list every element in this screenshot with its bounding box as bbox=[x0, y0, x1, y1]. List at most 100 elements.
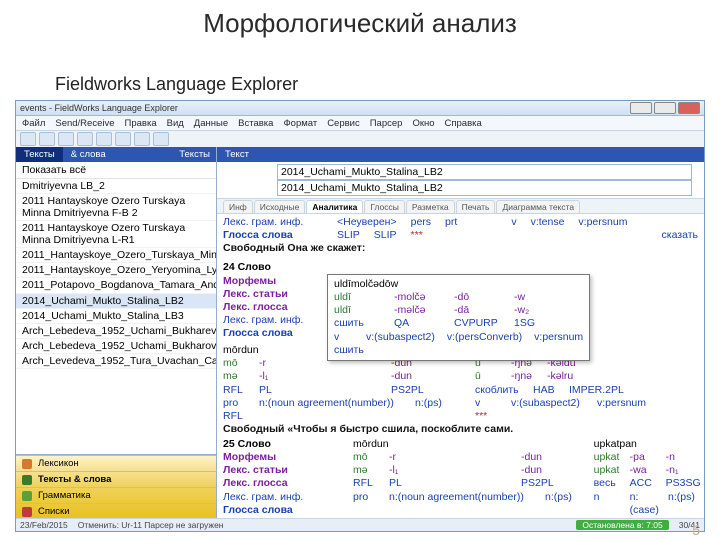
text-list-item[interactable]: 2011_Hantayskoye_Ozero_Yeryomina_Lyubov_… bbox=[16, 263, 216, 278]
left-tab-words[interactable]: & слова bbox=[63, 147, 114, 162]
morpheme-popup[interactable]: uldīmolčədōw uldī-molčə-dō-w uldī-məlčə-… bbox=[327, 274, 590, 361]
text-list-item[interactable]: 2011 Hantayskoye Ozero Turskaya Minna Dm… bbox=[16, 194, 216, 221]
texts-list[interactable]: Показать всё Dmitriyevna LB_22011 Hantay… bbox=[16, 162, 216, 455]
nav-lists[interactable]: Списки bbox=[16, 503, 216, 519]
cell[interactable]: -dun bbox=[521, 464, 551, 477]
text-list-item[interactable]: 2011_Potapovo_Bogdanova_Tamara_Andreevna… bbox=[16, 278, 216, 293]
word-gloss[interactable]: RFL bbox=[223, 410, 445, 423]
cell[interactable]: mō bbox=[353, 451, 383, 464]
cell[interactable]: -r bbox=[259, 357, 289, 370]
cell[interactable]: n:(noun agreement(number)) bbox=[259, 397, 409, 410]
cell[interactable]: mə bbox=[223, 370, 253, 383]
menu-data[interactable]: Данные bbox=[194, 118, 228, 129]
free-translation[interactable]: Свободный Она же скажет: bbox=[223, 242, 698, 255]
cell[interactable]: mə bbox=[353, 464, 383, 477]
toolbar-button[interactable] bbox=[20, 132, 36, 146]
window-maximize-button[interactable] bbox=[654, 102, 676, 114]
menu-window[interactable]: Окно bbox=[412, 118, 434, 129]
cell[interactable]: ACC bbox=[630, 477, 660, 490]
nav-lexicon[interactable]: Лексикон bbox=[16, 455, 216, 471]
menu-sendreceive[interactable]: Send/Receive bbox=[55, 118, 114, 129]
cell[interactable]: uldī bbox=[334, 304, 382, 317]
toolbar-button[interactable] bbox=[58, 132, 74, 146]
menu-view[interactable]: Вид bbox=[167, 118, 184, 129]
tab-info[interactable]: Инф bbox=[223, 200, 253, 213]
cell[interactable]: n:(noun agreement(number)) bbox=[389, 491, 539, 504]
cell[interactable]: v:persnum bbox=[597, 397, 646, 410]
cell[interactable]: -dun bbox=[391, 370, 421, 383]
tab-tagging[interactable]: Разметка bbox=[406, 200, 455, 213]
nav-texts-words[interactable]: Тексты & cлова bbox=[16, 471, 216, 487]
word-gloss[interactable]: *** bbox=[475, 410, 646, 423]
text-list-item[interactable]: Arch_Lebedeva_1952_Uchami_Bukharev_BearC… bbox=[16, 324, 216, 339]
cell[interactable]: PS2PL bbox=[521, 477, 554, 490]
window-close-button[interactable] bbox=[678, 102, 700, 114]
text-list-item[interactable]: 2014_Uchami_Mukto_Stalina_LB3 bbox=[16, 309, 216, 324]
cell[interactable]: RFL bbox=[353, 477, 383, 490]
cell[interactable]: PL bbox=[389, 477, 419, 490]
cell[interactable]: v:(subaspect2) bbox=[511, 397, 591, 410]
cell[interactable]: v:(persConverb) bbox=[447, 331, 522, 344]
menu-help[interactable]: Справка bbox=[445, 118, 482, 129]
cell[interactable]: HAB bbox=[533, 384, 563, 397]
cell[interactable]: -dun bbox=[521, 451, 551, 464]
cell[interactable]: -w bbox=[514, 291, 562, 304]
text-list-item[interactable]: Arch_Lebedeva_1952_Uchami_Bukharov_Summe… bbox=[16, 339, 216, 354]
cell[interactable]: v:(subaspect2) bbox=[366, 331, 435, 344]
cell[interactable]: -kəlru bbox=[547, 370, 577, 383]
interlinear-view[interactable]: Лекс. грам. инф. <Неуверен> pers prt v v… bbox=[217, 214, 704, 519]
cell[interactable]: v bbox=[475, 397, 505, 410]
cell[interactable]: -ŋnə bbox=[511, 370, 541, 383]
cell[interactable]: mō bbox=[223, 357, 253, 370]
cell[interactable]: upkat bbox=[594, 464, 624, 477]
tab-baseline[interactable]: Исходные bbox=[254, 200, 306, 213]
cell[interactable]: -n₁ bbox=[666, 464, 696, 477]
cell[interactable]: -pa bbox=[630, 451, 660, 464]
cell[interactable]: IMPER.2PL bbox=[569, 384, 624, 397]
cell[interactable]: pro bbox=[223, 397, 253, 410]
cell[interactable]: сшить bbox=[334, 344, 382, 357]
menu-parser[interactable]: Парсер bbox=[370, 118, 403, 129]
cell[interactable]: CVPURP bbox=[454, 317, 502, 330]
free-translation[interactable]: Свободный «Чтобы я быстро сшила, поскобл… bbox=[223, 423, 698, 436]
cell[interactable]: сшить bbox=[334, 317, 382, 330]
cell[interactable]: v:persnum bbox=[534, 331, 583, 344]
cell[interactable]: uldī bbox=[334, 291, 382, 304]
cell[interactable]: n:(ps) bbox=[668, 491, 698, 517]
menu-tools[interactable]: Сервис bbox=[327, 118, 360, 129]
cell[interactable]: PS2PL bbox=[391, 384, 424, 397]
left-tab-texts-2[interactable]: Тексты bbox=[171, 147, 216, 162]
cell[interactable]: QA bbox=[394, 317, 442, 330]
menu-insert[interactable]: Вставка bbox=[238, 118, 273, 129]
cell[interactable]: upkat bbox=[594, 451, 624, 464]
text-list-item[interactable]: Dmitriyevna LB_2 bbox=[16, 179, 216, 194]
cell[interactable]: -n bbox=[666, 451, 696, 464]
text-title-input-2[interactable] bbox=[277, 180, 692, 196]
cell[interactable]: 1SG bbox=[514, 317, 562, 330]
cell[interactable]: весь bbox=[594, 477, 624, 490]
menu-edit[interactable]: Правка bbox=[125, 118, 157, 129]
cell[interactable]: v bbox=[334, 331, 354, 344]
cell[interactable]: -molčə bbox=[394, 291, 442, 304]
cell[interactable]: pro bbox=[353, 491, 383, 504]
tab-analyze[interactable]: Аналитика bbox=[306, 200, 363, 213]
nav-grammar[interactable]: Грамматика bbox=[16, 487, 216, 503]
toolbar-button[interactable] bbox=[96, 132, 112, 146]
cell[interactable]: -l₁ bbox=[389, 464, 419, 477]
text-title-input-1[interactable] bbox=[277, 164, 692, 180]
baseline-word[interactable]: upkatpan bbox=[594, 438, 698, 451]
cell[interactable]: n bbox=[594, 491, 624, 517]
tab-gloss[interactable]: Глоссы bbox=[364, 200, 405, 213]
toolbar-button[interactable] bbox=[153, 132, 169, 146]
baseline-word[interactable]: mōrdun bbox=[353, 438, 564, 451]
cell[interactable]: RFL bbox=[223, 384, 253, 397]
cell[interactable]: -w₂ bbox=[514, 304, 562, 317]
show-all-row[interactable]: Показать всё bbox=[16, 162, 216, 179]
text-list-item[interactable]: 2011 Hantayskoye Ozero Turskaya Minna Dm… bbox=[16, 221, 216, 248]
menu-file[interactable]: Файл bbox=[22, 118, 45, 129]
menu-format[interactable]: Формат bbox=[283, 118, 317, 129]
text-list-item[interactable]: 2014_Uchami_Mukto_Stalina_LB2 bbox=[16, 294, 216, 309]
toolbar-button[interactable] bbox=[115, 132, 131, 146]
toolbar-button[interactable] bbox=[39, 132, 55, 146]
cell[interactable]: -r bbox=[389, 451, 419, 464]
